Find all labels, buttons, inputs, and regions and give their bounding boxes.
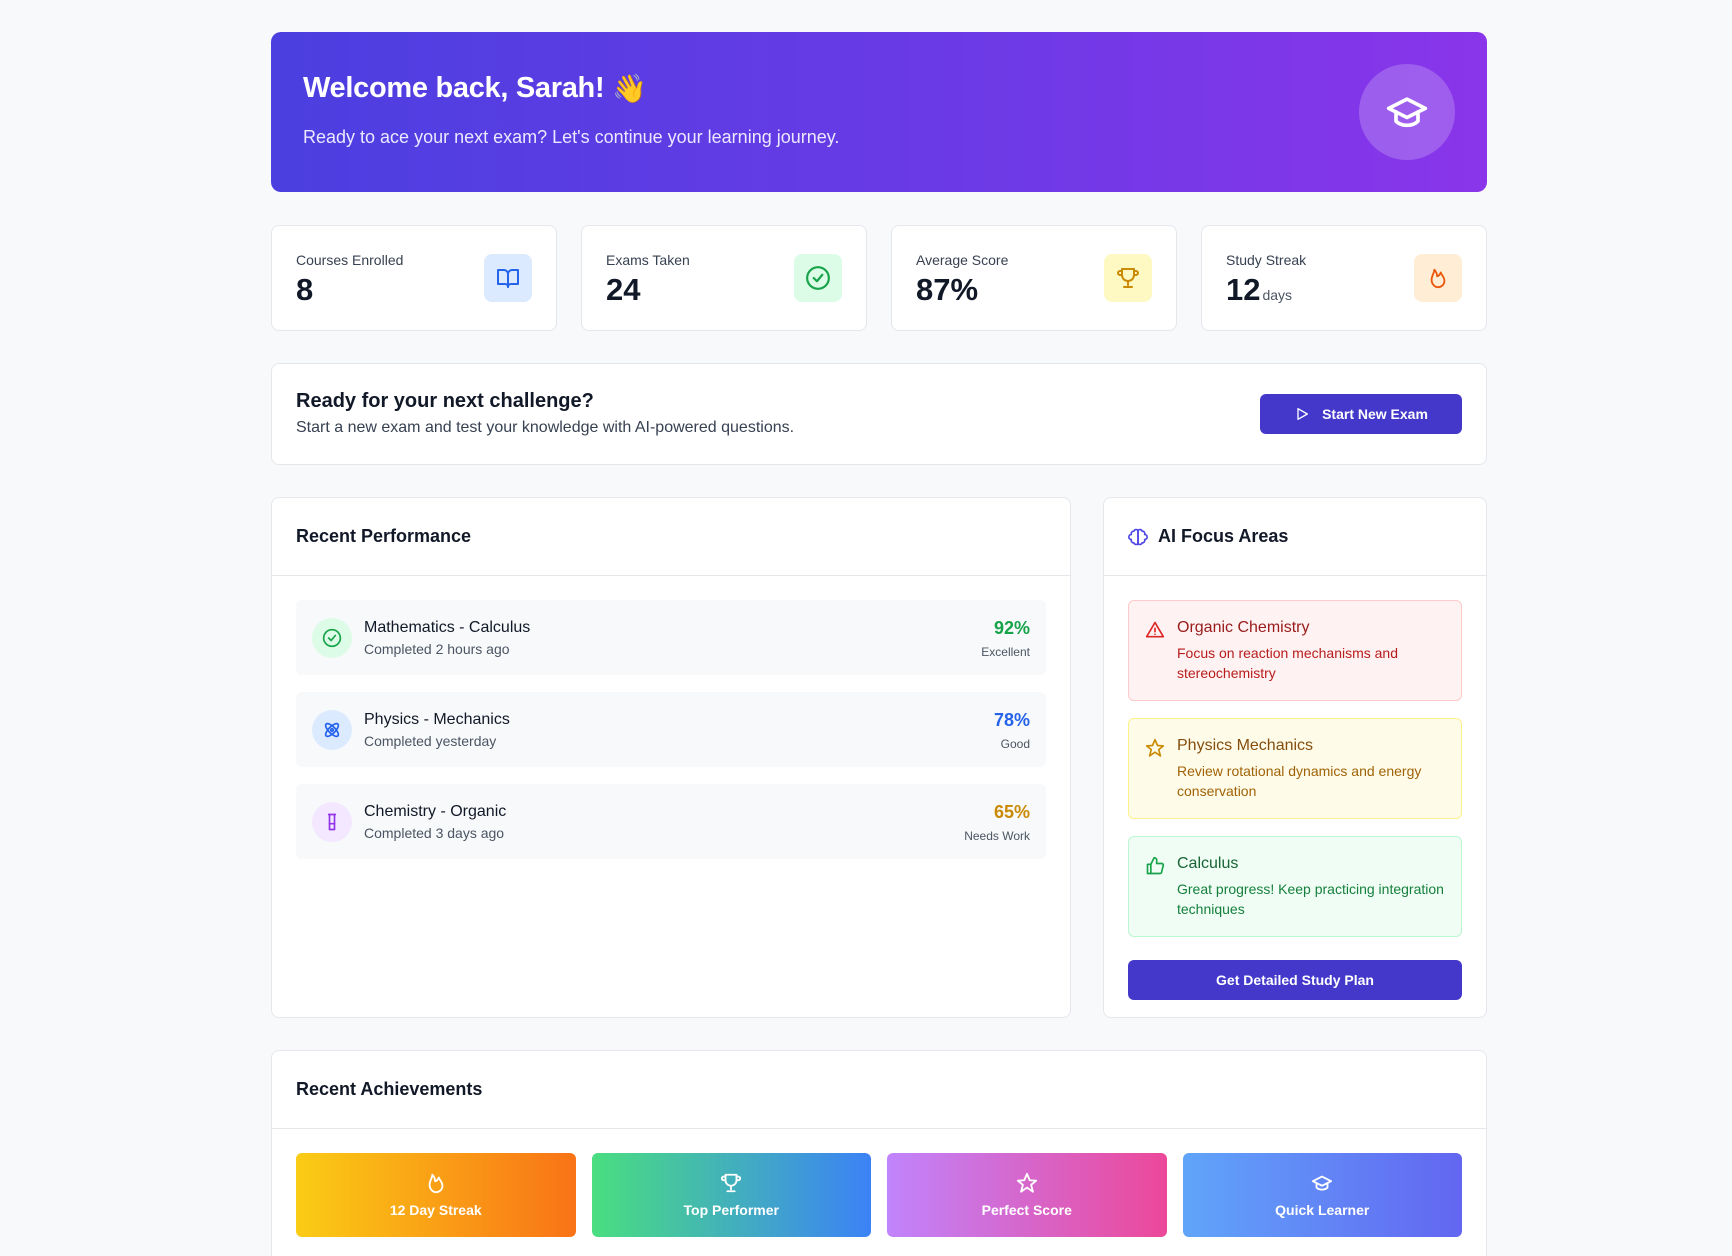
- focus-item-calculus[interactable]: Calculus Great progress! Keep practicing…: [1128, 836, 1462, 937]
- recent-performance-title: Recent Performance: [296, 526, 472, 546]
- performance-time: Completed yesterday: [364, 732, 497, 749]
- performance-score: 92% Excellent: [981, 618, 1030, 659]
- achievement-label: 12 Day Streak: [389, 1202, 482, 1218]
- get-detailed-study-plan-button[interactable]: Get Detailed Study Plan: [1128, 960, 1462, 1000]
- card-header: Recent Performance: [272, 498, 1070, 576]
- graduation-cap-icon: [1312, 1175, 1333, 1191]
- achievement-label: Top Performer: [683, 1202, 779, 1218]
- score-percent: 65%: [993, 802, 1030, 822]
- brain-icon: [1128, 528, 1148, 545]
- card-header: AI Focus Areas: [1104, 498, 1486, 576]
- start-new-exam-label: Start New Exam: [1322, 406, 1428, 422]
- atom-icon: [312, 709, 352, 750]
- stat-average-score: Average Score 87%: [891, 225, 1177, 331]
- wave-emoji: 👋: [612, 73, 647, 104]
- score-grade: Excellent: [981, 645, 1030, 659]
- ai-focus-areas-title: AI Focus Areas: [1158, 526, 1289, 546]
- recent-achievements-card: Recent Achievements 12 Day Streak Top Pe…: [271, 1050, 1487, 1256]
- focus-title: Calculus: [1177, 855, 1239, 872]
- achievement-perfect-score[interactable]: Perfect Score: [887, 1153, 1167, 1237]
- graduation-cap-icon: [1359, 64, 1455, 160]
- score-grade: Good: [1000, 737, 1030, 751]
- performance-item[interactable]: Chemistry - Organic Completed 3 days ago…: [296, 784, 1046, 859]
- performance-title: Chemistry - Organic: [364, 802, 507, 820]
- focus-description: Great progress! Keep practicing integrat…: [1177, 881, 1444, 917]
- focus-description: Focus on reaction mechanisms and stereoc…: [1177, 645, 1398, 681]
- achievement-label: Quick Learner: [1275, 1202, 1370, 1218]
- performance-text: Chemistry - Organic Completed 3 days ago: [364, 803, 506, 841]
- welcome-subtitle: Ready to ace your next exam? Let's conti…: [303, 127, 840, 147]
- performance-text: Physics - Mechanics Completed yesterday: [364, 711, 510, 749]
- welcome-banner: Welcome back, Sarah! 👋 Ready to ace your…: [271, 32, 1487, 192]
- check-circle-icon: [312, 617, 352, 658]
- focus-item-physics-mechanics[interactable]: Physics Mechanics Review rotational dyna…: [1128, 718, 1462, 819]
- stat-unit: days: [1262, 287, 1293, 303]
- performance-title: Mathematics - Calculus: [364, 618, 531, 636]
- recent-performance-card: Recent Performance Mathematics - Calculu…: [271, 497, 1071, 1018]
- welcome-heading: Welcome back, Sarah! 👋: [303, 72, 1455, 105]
- score-percent: 78%: [993, 710, 1030, 730]
- focus-title: Organic Chemistry: [1177, 619, 1310, 636]
- focus-item-organic-chemistry[interactable]: Organic Chemistry Focus on reaction mech…: [1128, 600, 1462, 701]
- performance-text: Mathematics - Calculus Completed 2 hours…: [364, 619, 530, 657]
- flame-icon: [428, 1173, 444, 1194]
- check-circle-icon: [794, 254, 842, 302]
- play-icon: [1297, 408, 1309, 420]
- stat-exams-taken: Exams Taken 24: [581, 225, 867, 331]
- next-challenge-card: Ready for your next challenge? Start a n…: [271, 363, 1487, 465]
- performance-time: Completed 2 hours ago: [364, 640, 510, 657]
- star-icon: [1016, 1172, 1037, 1193]
- recent-achievements-title: Recent Achievements: [296, 1079, 483, 1099]
- score-grade: Needs Work: [964, 829, 1030, 843]
- achievement-label: Perfect Score: [981, 1202, 1072, 1218]
- star-icon: [1145, 738, 1165, 757]
- performance-time: Completed 3 days ago: [364, 824, 505, 841]
- stat-study-streak: Study Streak 12 days: [1201, 225, 1487, 331]
- performance-item[interactable]: Mathematics - Calculus Completed 2 hours…: [296, 600, 1046, 675]
- achievements-list: 12 Day Streak Top Performer Perfect Scor…: [272, 1129, 1486, 1256]
- performance-item[interactable]: Physics - Mechanics Completed yesterday …: [296, 692, 1046, 767]
- score-percent: 92%: [993, 618, 1030, 638]
- stats-row: Courses Enrolled 8 Exams Taken 24 Averag…: [271, 225, 1487, 331]
- flame-icon: [1414, 254, 1462, 302]
- achievement-12-day-streak[interactable]: 12 Day Streak: [296, 1153, 576, 1237]
- achievement-top-performer[interactable]: Top Performer: [591, 1153, 871, 1237]
- book-icon: [484, 254, 532, 302]
- start-new-exam-button[interactable]: Start New Exam: [1260, 394, 1462, 434]
- performance-score: 65% Needs Work: [964, 802, 1030, 843]
- main-row: Recent Performance Mathematics - Calculu…: [271, 497, 1487, 1018]
- focus-description: Review rotational dynamics and energy co…: [1177, 763, 1422, 799]
- performance-list: Mathematics - Calculus Completed 2 hours…: [272, 576, 1070, 883]
- stat-courses-enrolled: Courses Enrolled 8: [271, 225, 557, 331]
- focus-list: Organic Chemistry Focus on reaction mech…: [1104, 576, 1486, 961]
- welcome-title: Welcome back, Sarah!: [303, 72, 605, 104]
- dashboard: Welcome back, Sarah! 👋 Ready to ace your…: [271, 32, 1487, 1256]
- trophy-icon: [721, 1173, 742, 1193]
- performance-score: 78% Good: [994, 710, 1030, 751]
- card-header: Recent Achievements: [272, 1051, 1486, 1129]
- focus-title: Physics Mechanics: [1177, 737, 1314, 754]
- ai-focus-areas-card: AI Focus Areas Organic Chemistry Focus o…: [1103, 497, 1487, 1018]
- performance-title: Physics - Mechanics: [364, 710, 510, 728]
- warning-icon: [1145, 621, 1165, 638]
- achievement-quick-learner[interactable]: Quick Learner: [1182, 1153, 1462, 1237]
- trophy-icon: [1104, 254, 1152, 302]
- flask-icon: [312, 801, 352, 842]
- thumbs-up-icon: [1146, 856, 1165, 875]
